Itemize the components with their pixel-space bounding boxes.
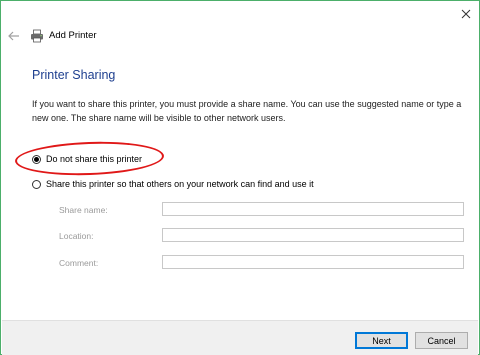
page-heading: Printer Sharing — [32, 68, 116, 82]
comment-label: Comment: — [59, 258, 99, 268]
cancel-button[interactable]: Cancel — [415, 332, 468, 349]
radio-share[interactable]: Share this printer so that others on you… — [32, 179, 314, 189]
radio-do-not-share-label: Do not share this printer — [46, 154, 143, 164]
back-button[interactable] — [6, 28, 22, 44]
window-title: Add Printer — [49, 30, 97, 41]
page-description: If you want to share this printer, you m… — [32, 99, 462, 123]
radio-button-unselected[interactable] — [32, 179, 41, 189]
location-label: Location: — [59, 231, 94, 241]
radio-share-label: Share this printer so that others on you… — [46, 179, 314, 189]
location-input[interactable] — [162, 228, 464, 242]
add-printer-window: Add Printer Printer Sharing If you want … — [0, 0, 480, 355]
back-arrow-icon — [8, 31, 19, 41]
radio-do-not-share[interactable]: Do not share this printer — [32, 154, 142, 164]
radio-button-selected[interactable] — [32, 154, 41, 164]
next-button[interactable]: Next — [355, 332, 408, 349]
button-bar: Next Cancel — [2, 320, 478, 355]
comment-input[interactable] — [162, 255, 464, 269]
share-name-input[interactable] — [162, 202, 464, 216]
printer-icon — [31, 29, 43, 43]
close-button[interactable] — [457, 5, 475, 23]
share-name-label: Share name: — [59, 205, 108, 215]
close-icon — [461, 9, 471, 19]
